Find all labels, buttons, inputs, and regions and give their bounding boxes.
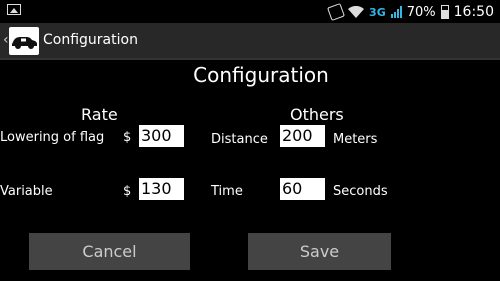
- time-label: Time: [211, 184, 243, 199]
- distance-input[interactable]: [280, 125, 325, 147]
- save-button[interactable]: Save: [248, 233, 391, 270]
- cancel-button[interactable]: Cancel: [29, 233, 190, 270]
- lowering-currency: $: [123, 130, 132, 145]
- rate-heading: Rate: [81, 105, 118, 124]
- variable-currency: $: [123, 184, 132, 199]
- network-type: 3G: [369, 5, 386, 19]
- action-bar-title: Configuration: [43, 32, 138, 48]
- signal-icon: [390, 6, 402, 18]
- action-bar: ‹ Configuration: [0, 23, 500, 60]
- status-bar: 3G 70% 16:50: [0, 0, 500, 23]
- distance-unit: Meters: [333, 132, 378, 147]
- lowering-label: Lowering of flag: [0, 130, 105, 145]
- distance-label: Distance: [211, 132, 268, 147]
- time-input[interactable]: [280, 178, 325, 200]
- variable-label: Variable: [0, 184, 53, 199]
- lowering-input[interactable]: [139, 125, 184, 147]
- battery-percent: 70%: [406, 4, 436, 20]
- status-icons: 3G 70% 16:50: [327, 3, 494, 21]
- clock: 16:50: [453, 4, 494, 20]
- variable-input[interactable]: [139, 178, 184, 200]
- image-notification-icon: [7, 4, 21, 15]
- others-heading: Others: [290, 105, 344, 124]
- car-icon[interactable]: [9, 27, 39, 55]
- time-unit: Seconds: [333, 184, 388, 199]
- vibrate-icon: [327, 3, 346, 21]
- wifi-icon: [348, 6, 365, 18]
- battery-icon: [440, 5, 449, 19]
- page-title: Configuration: [193, 63, 329, 87]
